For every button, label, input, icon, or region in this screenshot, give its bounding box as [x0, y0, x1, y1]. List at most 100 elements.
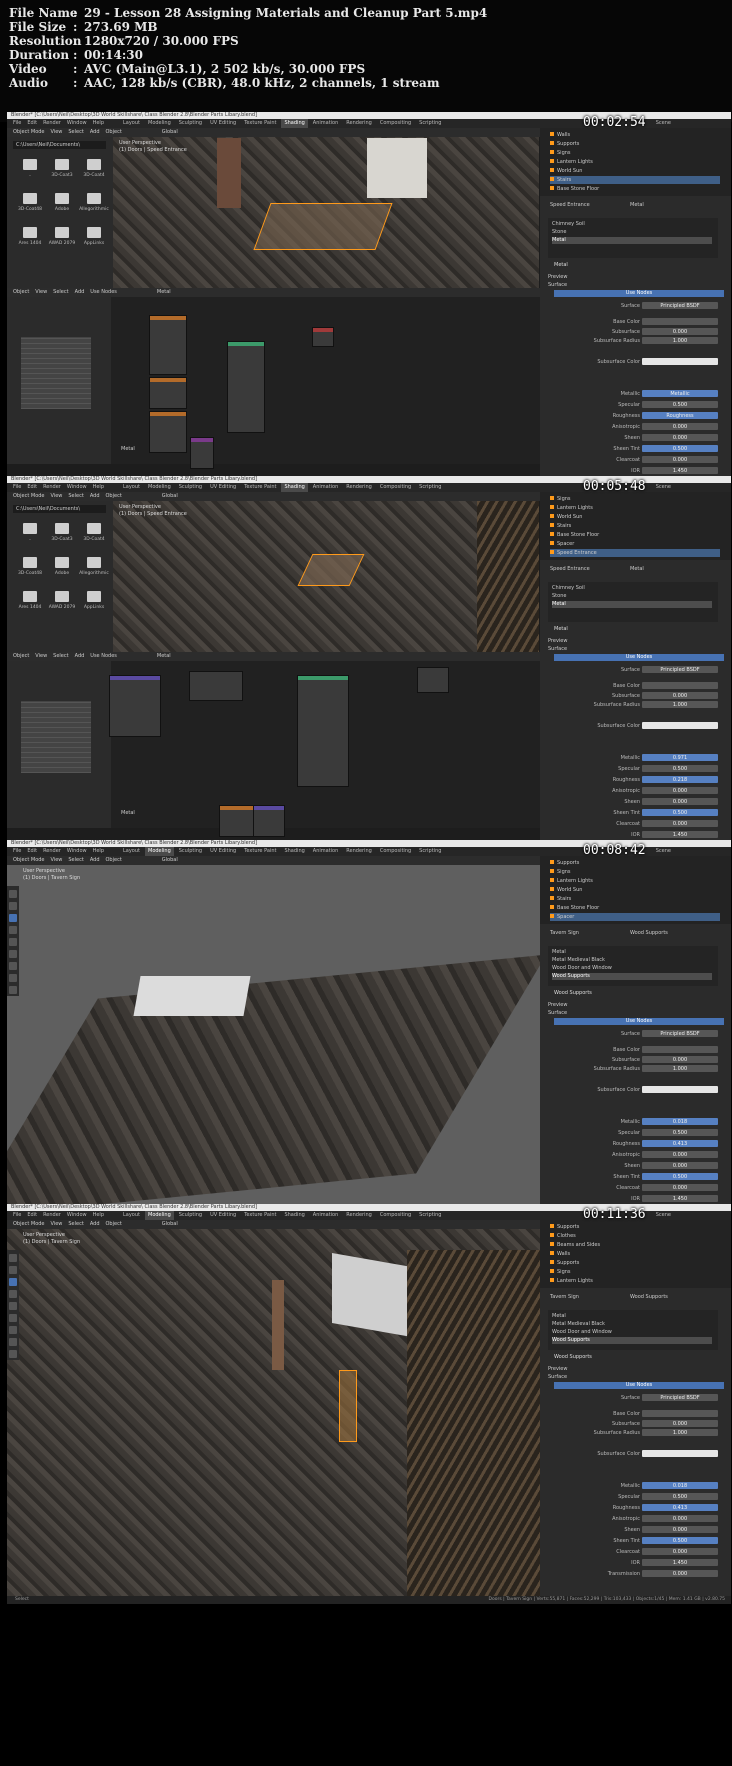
node-add-menu[interactable]: Add: [75, 289, 85, 295]
subsurface-color-swatch[interactable]: [642, 722, 718, 729]
folder-icon[interactable]: [23, 523, 37, 534]
surface-dropdown[interactable]: Principled BSDF: [642, 1030, 718, 1037]
object-tab[interactable]: Tavern Sign: [550, 1294, 579, 1300]
outliner-item[interactable]: Supports: [550, 1223, 720, 1231]
outliner-item[interactable]: Stairs: [550, 522, 720, 530]
selected-object[interactable]: [253, 203, 393, 250]
object-menu[interactable]: Object: [106, 493, 122, 499]
base-color-swatch[interactable]: [642, 318, 718, 325]
surface-dropdown[interactable]: Principled BSDF: [642, 1394, 718, 1401]
material-slot[interactable]: Metal Medieval Black: [552, 957, 712, 964]
menu-item[interactable]: Render: [43, 847, 61, 856]
property-value-field[interactable]: 0.000: [642, 423, 718, 430]
property-value-field[interactable]: 0.500: [642, 1173, 718, 1180]
folder-icon[interactable]: [55, 591, 69, 602]
menu-item[interactable]: Window: [67, 847, 87, 856]
property-value-field[interactable]: 1.000: [642, 701, 718, 708]
property-value-field[interactable]: 0.000: [642, 1526, 718, 1533]
view-menu[interactable]: View: [51, 1221, 63, 1227]
menu-item[interactable]: Help: [93, 483, 104, 492]
use-nodes-button[interactable]: Use Nodes: [554, 654, 724, 661]
node-material-field[interactable]: Metal: [157, 653, 171, 659]
outliner-item[interactable]: Lantern Lights: [550, 504, 720, 512]
scene-label[interactable]: Scene: [656, 1211, 671, 1220]
material-slot[interactable]: Wood Door and Window: [552, 1329, 712, 1336]
workspace-tab[interactable]: Rendering: [343, 483, 375, 492]
node-object-menu[interactable]: Object: [13, 653, 29, 659]
node-view-menu[interactable]: View: [35, 289, 47, 295]
outliner-item[interactable]: World Sun: [550, 167, 720, 175]
workspace-tab[interactable]: UV Editing: [207, 847, 239, 856]
surface-section[interactable]: Surface: [548, 1010, 567, 1016]
folder-icon[interactable]: [55, 523, 69, 534]
object-menu[interactable]: Object: [106, 129, 122, 135]
outliner-item[interactable]: Stairs: [550, 176, 720, 184]
menu-item[interactable]: Render: [43, 119, 61, 128]
select-menu[interactable]: Select: [68, 493, 83, 499]
property-value-field[interactable]: 1.450: [642, 1195, 718, 1202]
preview-section[interactable]: Preview: [548, 1002, 567, 1008]
workspace-tab[interactable]: Modeling: [145, 847, 174, 856]
menu-item[interactable]: Help: [93, 119, 104, 128]
menu-item[interactable]: Window: [67, 119, 87, 128]
tool-button[interactable]: [9, 1290, 17, 1298]
workspace-tab[interactable]: Animation: [310, 847, 342, 856]
object-menu[interactable]: Object: [106, 857, 122, 863]
preview-section[interactable]: Preview: [548, 274, 567, 280]
shader-node[interactable]: [189, 671, 243, 701]
property-value-field[interactable]: 0.000: [642, 820, 718, 827]
workspace-tab[interactable]: Texture Paint: [241, 1211, 279, 1220]
property-value-field[interactable]: 0.000: [642, 1056, 718, 1063]
node-select-menu[interactable]: Select: [53, 653, 68, 659]
material-slot[interactable]: Wood Supports: [552, 1337, 712, 1344]
scene-label[interactable]: Scene: [656, 119, 671, 128]
material-slot[interactable]: Metal: [552, 949, 712, 956]
workspace-tab[interactable]: Sculpting: [176, 1211, 205, 1220]
workspace-tab[interactable]: UV Editing: [207, 1211, 239, 1220]
material-slot[interactable]: Wood Door and Window: [552, 965, 712, 972]
outliner-item[interactable]: Supports: [550, 1259, 720, 1267]
workspace-tab[interactable]: Modeling: [145, 1211, 174, 1220]
outliner-item[interactable]: Walls: [550, 131, 720, 139]
select-menu[interactable]: Select: [68, 129, 83, 135]
node-add-menu[interactable]: Add: [75, 653, 85, 659]
property-value-field[interactable]: 0.500: [642, 1493, 718, 1500]
workspace-tab[interactable]: Compositing: [377, 847, 414, 856]
folder-icon[interactable]: [87, 159, 101, 170]
menu-item[interactable]: Help: [93, 847, 104, 856]
node-view-menu[interactable]: View: [35, 653, 47, 659]
property-value-field[interactable]: 0.500: [642, 1129, 718, 1136]
workspace-tab[interactable]: Scripting: [416, 847, 444, 856]
outliner-item[interactable]: Spacer: [550, 913, 720, 921]
outliner-item[interactable]: Stairs: [550, 895, 720, 903]
workspace-tab[interactable]: Sculpting: [176, 847, 205, 856]
tool-button[interactable]: [9, 1350, 17, 1358]
surface-dropdown[interactable]: Principled BSDF: [642, 666, 718, 673]
material-tab[interactable]: Wood Supports: [630, 1294, 668, 1300]
mode-dropdown[interactable]: Object Mode: [13, 493, 45, 499]
use-nodes-button[interactable]: Use Nodes: [554, 1018, 724, 1025]
workspace-tab[interactable]: Modeling: [145, 483, 174, 492]
surface-section[interactable]: Surface: [548, 646, 567, 652]
workspace-tab[interactable]: Rendering: [343, 1211, 375, 1220]
property-value-field[interactable]: 0.500: [642, 401, 718, 408]
workspace-tab[interactable]: Shading: [281, 119, 308, 128]
property-value-field[interactable]: Roughness: [642, 412, 718, 419]
workspace-tab[interactable]: Scripting: [416, 1211, 444, 1220]
folder-icon[interactable]: [55, 227, 69, 238]
tool-button[interactable]: [9, 914, 17, 922]
workspace-tab[interactable]: Texture Paint: [241, 119, 279, 128]
tool-button[interactable]: [9, 926, 17, 934]
material-slot[interactable]: Metal Medieval Black: [552, 1321, 712, 1328]
workspace-tab[interactable]: Shading: [281, 1211, 307, 1220]
folder-icon[interactable]: [87, 557, 101, 568]
viewport-area[interactable]: Object Mode View Select Add Object Global User…: [7, 856, 599, 1232]
workspace-tab[interactable]: Texture Paint: [241, 847, 279, 856]
workspace-tab[interactable]: Animation: [310, 119, 342, 128]
use-nodes-toggle[interactable]: Use Nodes: [90, 653, 117, 659]
property-value-field[interactable]: 0.000: [642, 787, 718, 794]
material-name-field[interactable]: Wood Supports: [554, 1354, 592, 1360]
object-tab[interactable]: Speed Entrance: [550, 566, 590, 572]
object-tab[interactable]: Tavern Sign: [550, 930, 579, 936]
workspace-tab[interactable]: UV Editing: [207, 483, 239, 492]
